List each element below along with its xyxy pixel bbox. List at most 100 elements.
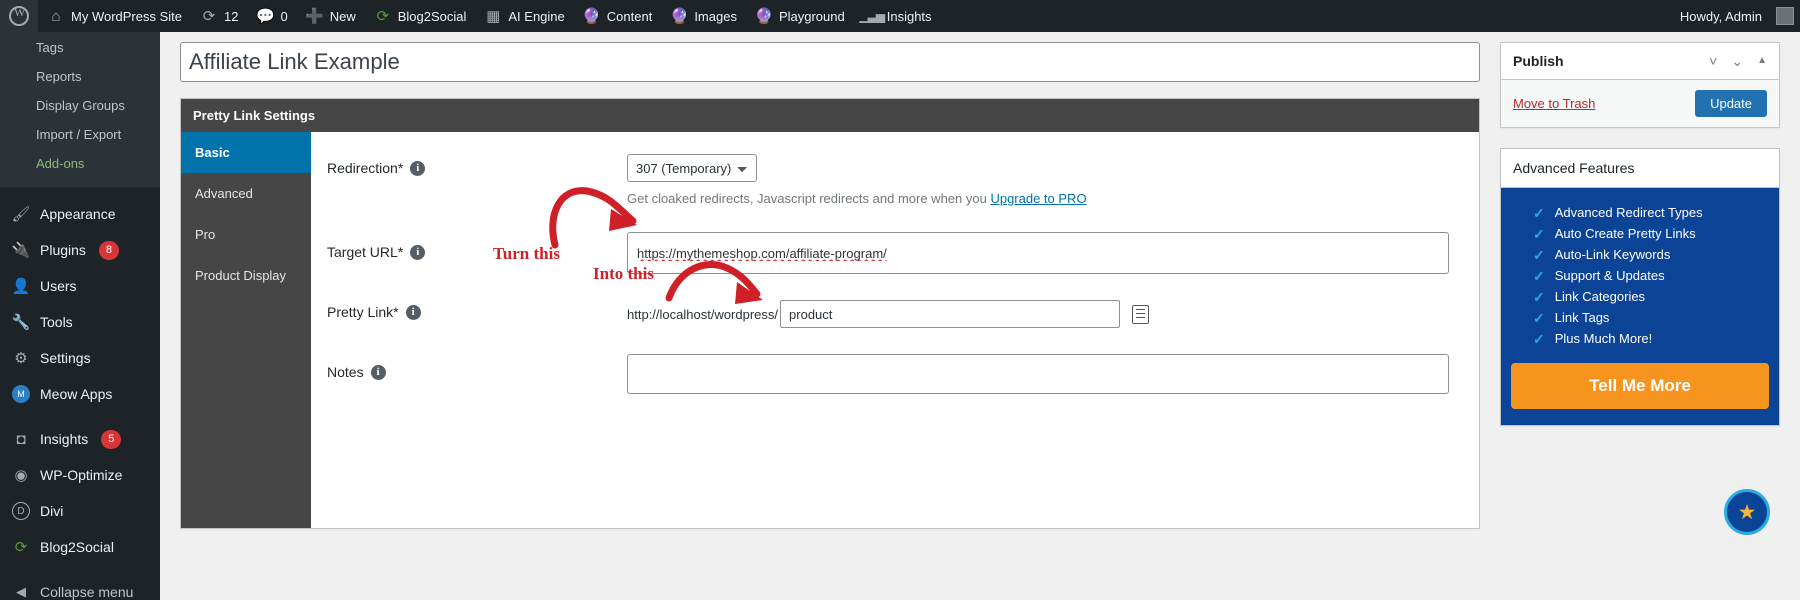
- sidebar-item-users[interactable]: 👤 Users: [0, 268, 160, 304]
- redirection-hint-text: Get cloaked redirects, Javascript redire…: [627, 191, 991, 206]
- tell-me-more-button[interactable]: Tell Me More: [1511, 363, 1769, 409]
- ai-engine-menu-item[interactable]: ▦ AI Engine: [475, 0, 573, 32]
- info-icon[interactable]: i: [410, 244, 426, 260]
- wp-logo-menu-item[interactable]: [0, 0, 38, 32]
- tab-product-display[interactable]: Product Display: [181, 255, 311, 296]
- redirection-hint: Get cloaked redirects, Javascript redire…: [627, 191, 1449, 206]
- sidebar-item-plugins[interactable]: 🔌 Plugins 8: [0, 232, 160, 268]
- notes-label-group: Notes i: [327, 354, 627, 380]
- info-icon[interactable]: i: [405, 304, 421, 320]
- images-menu-item[interactable]: 🔮 Images: [661, 0, 746, 32]
- pretty-link-tabs: Basic Advanced Pro Product Display: [181, 132, 311, 528]
- sidebar-item-tags[interactable]: Tags: [0, 34, 160, 63]
- collapse-arrow-icon: ◀: [16, 584, 26, 600]
- comments-menu-item[interactable]: 💬 0: [247, 0, 296, 32]
- sidebar-item-divi[interactable]: D Divi: [0, 493, 160, 529]
- plus-icon: ➕: [305, 7, 325, 25]
- pretty-link-control: http://localhost/wordpress/: [627, 300, 1449, 328]
- ai-engine-icon: ▦: [486, 7, 501, 25]
- tab-basic[interactable]: Basic: [181, 132, 311, 173]
- menu-separator-3: [0, 565, 160, 574]
- pretty-link-label-group: Pretty Link* i: [327, 300, 627, 320]
- collapse-menu-button[interactable]: ◀ Collapse menu: [0, 574, 160, 600]
- info-icon[interactable]: i: [370, 364, 386, 380]
- admin-sidebar-menu: Tags Reports Display Groups Import / Exp…: [0, 32, 160, 600]
- content-label: Content: [606, 8, 653, 24]
- admin-bar-right: Howdy, Admin: [1671, 0, 1800, 32]
- home-icon: ⌂: [51, 7, 61, 25]
- tab-pro[interactable]: Pro: [181, 214, 311, 255]
- sidebar-label-insights: Insights: [40, 431, 89, 448]
- sidebar-label-settings: Settings: [40, 350, 91, 367]
- images-icon: 🔮: [669, 7, 689, 25]
- pretty-link-settings-body: Basic Advanced Pro Product Display Redir…: [181, 132, 1479, 528]
- triangle-up-icon[interactable]: ▲: [1757, 56, 1767, 66]
- redirection-select[interactable]: 307 (Temporary): [627, 154, 757, 182]
- field-row-target-url: Target URL* i: [327, 232, 1449, 274]
- info-icon[interactable]: i: [410, 160, 426, 176]
- sidebar-label-appearance: Appearance: [40, 206, 116, 223]
- insights-menu-item[interactable]: ▁▃▅ Insights: [854, 0, 941, 32]
- pretty-link-settings-metabox: Pretty Link Settings Basic Advanced Pro …: [180, 98, 1480, 529]
- pretty-link-label: Pretty Link*: [327, 304, 399, 320]
- target-url-control: [627, 232, 1449, 274]
- sidebar-item-tools[interactable]: 🔧 Tools: [0, 304, 160, 340]
- admin-bar: ⌂ My WordPress Site ⟳ 12 💬 0 ➕ New ⟳ Blo…: [0, 0, 1800, 32]
- feature-item: ✓ Auto Create Pretty Links: [1511, 223, 1769, 244]
- playground-icon: 🔮: [754, 7, 774, 25]
- blog2social-menu-item[interactable]: ⟳ Blog2Social: [365, 0, 476, 32]
- notes-input[interactable]: [627, 354, 1449, 394]
- advanced-features-metabox: Advanced Features ✓ Advanced Redirect Ty…: [1500, 148, 1780, 426]
- sidebar-item-wp-optimize[interactable]: ◉ WP-Optimize: [0, 457, 160, 493]
- sidebar-item-insights[interactable]: ◘ Insights 5: [0, 421, 160, 457]
- sidebar-item-settings[interactable]: ⚙ Settings: [0, 340, 160, 376]
- content-menu-item[interactable]: 🔮 Content: [574, 0, 662, 32]
- sidebar-item-add-ons[interactable]: Add-ons: [0, 150, 160, 179]
- insights-label: Insights: [886, 8, 932, 24]
- brush-icon: 🖌: [11, 206, 31, 224]
- copy-icon[interactable]: [1132, 304, 1150, 324]
- blog2social-icon: ⟳: [14, 539, 28, 557]
- check-icon: ✓: [1533, 330, 1545, 347]
- playground-menu-item[interactable]: 🔮 Playground: [746, 0, 854, 32]
- blog2social-icon: ⟳: [376, 7, 390, 25]
- sidebar-item-display-groups[interactable]: Display Groups: [0, 92, 160, 121]
- my-account-menu-item[interactable]: Howdy, Admin: [1671, 0, 1794, 32]
- site-name-label: My WordPress Site: [71, 8, 183, 24]
- updates-count: 12: [224, 8, 239, 24]
- upgrade-to-pro-link[interactable]: Upgrade to PRO: [990, 191, 1086, 206]
- sidebar-label-divi: Divi: [40, 503, 64, 520]
- target-url-label-group: Target URL* i: [327, 232, 627, 260]
- sidebar-item-appearance[interactable]: 🖌 Appearance: [0, 196, 160, 232]
- meow-apps-icon: M: [11, 384, 31, 404]
- advanced-features-list: ✓ Advanced Redirect Types ✓ Auto Create …: [1501, 188, 1779, 425]
- post-title-input[interactable]: [180, 42, 1480, 82]
- sidebar-item-meow-apps[interactable]: M Meow Apps: [0, 376, 160, 412]
- advanced-features-title: Advanced Features: [1513, 160, 1635, 176]
- updates-menu-item[interactable]: ⟳ 12: [191, 0, 247, 32]
- pretty-link-settings-title: Pretty Link Settings: [181, 99, 1479, 132]
- pretty-link-slug-input[interactable]: [780, 300, 1121, 328]
- help-bubble-button[interactable]: ★: [1724, 489, 1770, 535]
- sidebar-label-blog2social: Blog2Social: [40, 539, 114, 556]
- images-label: Images: [694, 8, 737, 24]
- chevron-down-icon[interactable]: ⌄: [1731, 54, 1743, 68]
- divi-icon: D: [11, 501, 31, 521]
- publish-metabox-header: Publish ˅ ⌄ ▲: [1501, 43, 1779, 80]
- target-url-label: Target URL*: [327, 244, 404, 260]
- sidebar-item-blog2social[interactable]: ⟳ Blog2Social: [0, 529, 160, 565]
- sidebar-item-reports[interactable]: Reports: [0, 63, 160, 92]
- update-button[interactable]: Update: [1695, 90, 1767, 117]
- check-icon: ✓: [1533, 267, 1545, 284]
- sidebar-item-import-export[interactable]: Import / Export: [0, 121, 160, 150]
- new-content-menu-item[interactable]: ➕ New: [297, 0, 365, 32]
- feature-item: ✓ Support & Updates: [1511, 265, 1769, 286]
- tab-advanced[interactable]: Advanced: [181, 173, 311, 214]
- insights-icon: ▁▃▅: [859, 9, 885, 23]
- site-name-menu-item[interactable]: ⌂ My WordPress Site: [38, 0, 191, 32]
- check-icon: ✓: [1533, 309, 1545, 326]
- target-url-input[interactable]: [627, 232, 1449, 274]
- move-to-trash-link[interactable]: Move to Trash: [1513, 96, 1595, 111]
- chevron-up-icon[interactable]: ˅: [1709, 54, 1717, 68]
- ai-engine-label: AI Engine: [508, 8, 565, 24]
